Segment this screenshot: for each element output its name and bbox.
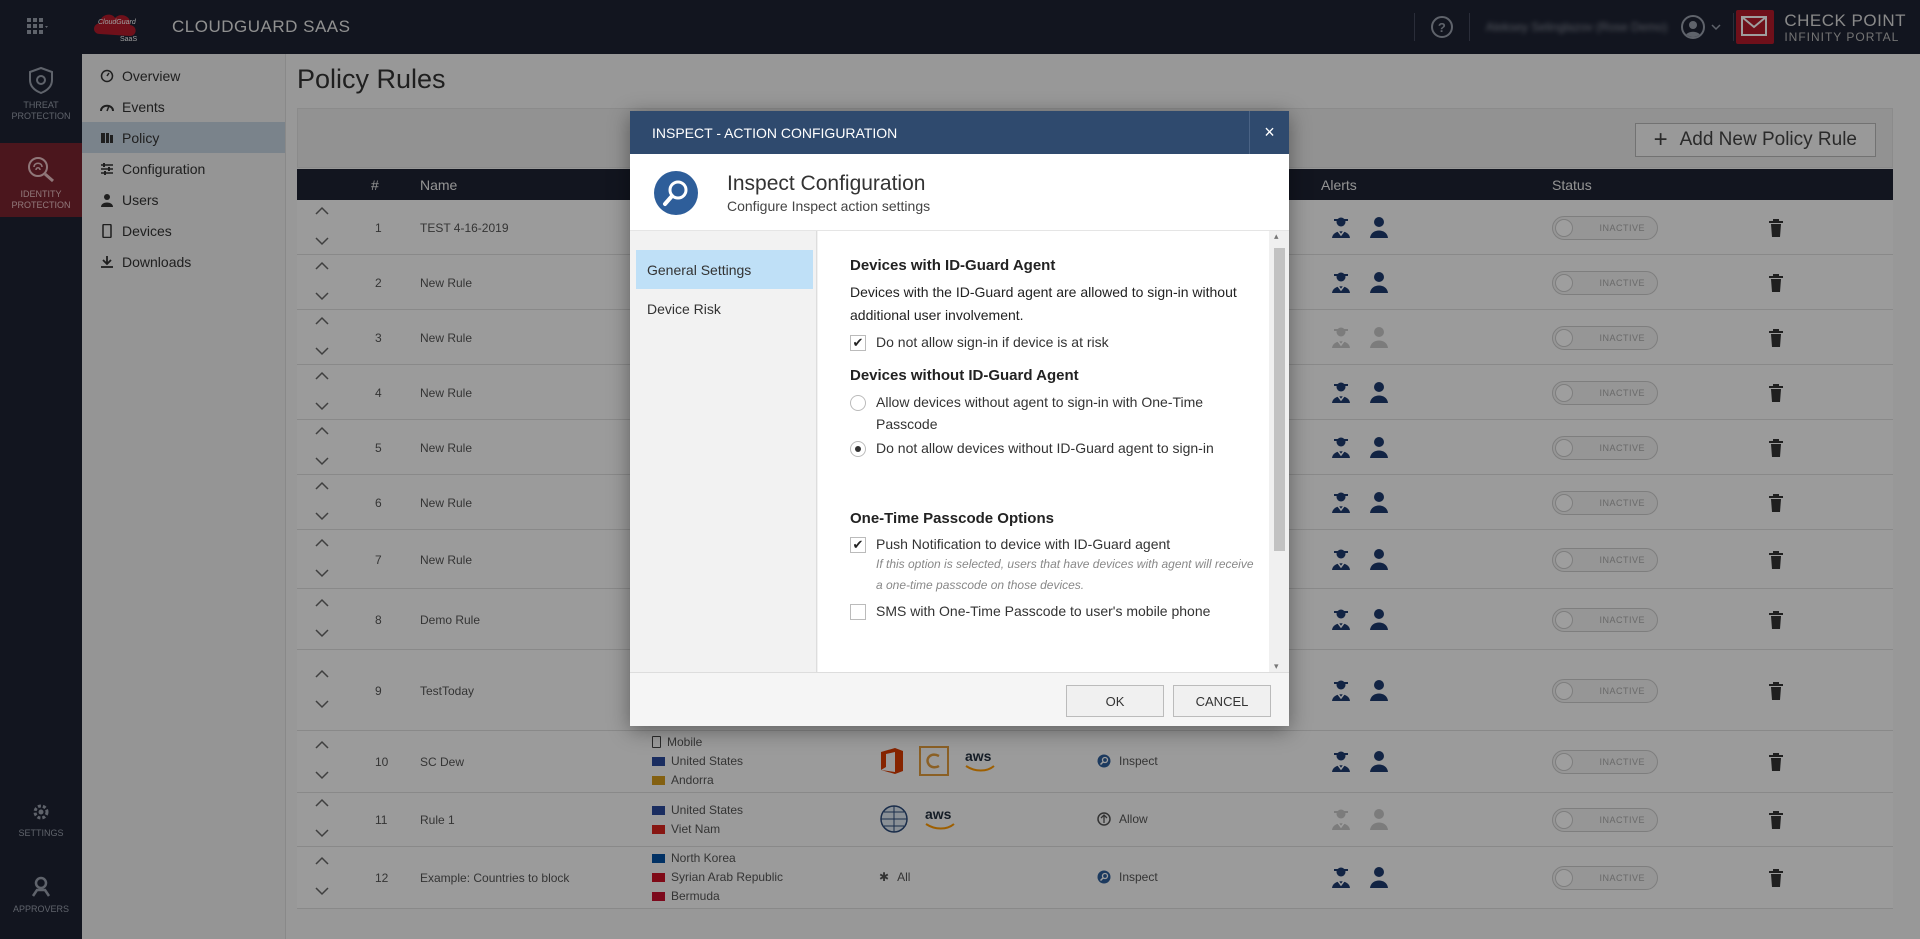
scrollbar-thumb[interactable] xyxy=(1274,248,1285,551)
scroll-up-icon[interactable]: ▴ xyxy=(1274,231,1279,242)
inspect-search-icon xyxy=(654,171,698,215)
modal-title: Inspect Configuration xyxy=(727,172,926,195)
tab-general-settings[interactable]: General Settings xyxy=(636,250,813,289)
modal-side-nav: General Settings Device Risk xyxy=(630,231,817,672)
option-label: Allow devices without agent to sign-in w… xyxy=(876,394,1204,432)
radio-deny-no-agent[interactable] xyxy=(850,441,866,457)
inspect-action-modal: INSPECT - ACTION CONFIGURATION × Inspect… xyxy=(630,111,1289,726)
modal-brand: Inspect Configuration Configure Inspect … xyxy=(630,154,1289,231)
option-label: Push Notification to device with ID-Guar… xyxy=(876,536,1171,552)
modal-subtitle: Configure Inspect action settings xyxy=(727,198,931,214)
modal-settings-content: Devices with ID-Guard Agent Devices with… xyxy=(818,231,1269,672)
option-label: Do not allow sign-in if device is at ris… xyxy=(876,334,1109,350)
modal-scrollbar[interactable]: ▴ ▾ xyxy=(1269,231,1289,672)
option-deny-no-agent[interactable]: Do not allow devices without ID-Guard ag… xyxy=(850,437,1250,459)
option-label: Do not allow devices without ID-Guard ag… xyxy=(876,440,1214,456)
checkbox-sms-otp[interactable] xyxy=(850,604,866,620)
modal-header: INSPECT - ACTION CONFIGURATION xyxy=(630,111,1289,154)
modal-body: General Settings Device Risk Devices wit… xyxy=(630,231,1289,672)
checkbox-block-risky-device[interactable]: ✔ xyxy=(850,335,866,351)
modal-header-title: INSPECT - ACTION CONFIGURATION xyxy=(652,124,898,141)
option-push-notification[interactable]: ✔ Push Notification to device with ID-Gu… xyxy=(850,533,1250,555)
close-icon[interactable]: × xyxy=(1249,111,1289,154)
section-text-with-agent: Devices with the ID-Guard agent are allo… xyxy=(850,284,1237,323)
cancel-button[interactable]: CANCEL xyxy=(1173,685,1271,717)
scroll-down-icon[interactable]: ▾ xyxy=(1274,661,1279,672)
option-label: SMS with One-Time Passcode to user's mob… xyxy=(876,603,1211,619)
option-allow-otp[interactable]: Allow devices without agent to sign-in w… xyxy=(850,391,1250,435)
ok-button[interactable]: OK xyxy=(1066,685,1164,717)
modal-footer: OK CANCEL xyxy=(630,672,1289,726)
option-block-risky-device[interactable]: ✔ Do not allow sign-in if device is at r… xyxy=(850,331,1250,353)
option-sms-otp[interactable]: SMS with One-Time Passcode to user's mob… xyxy=(850,600,1250,622)
section-title-with-agent: Devices with ID-Guard Agent xyxy=(850,257,1056,274)
tab-device-risk[interactable]: Device Risk xyxy=(636,289,813,328)
section-title-without-agent: Devices without ID-Guard Agent xyxy=(850,367,1079,384)
push-hint-text: If this option is selected, users that h… xyxy=(876,557,1254,592)
section-title-otp-options: One-Time Passcode Options xyxy=(850,510,1054,527)
radio-allow-otp[interactable] xyxy=(850,395,866,411)
checkbox-push-notification[interactable]: ✔ xyxy=(850,537,866,553)
app-root: CloudGuard SaaS CLOUDGUARD SAAS ? Alekse… xyxy=(0,0,1920,939)
